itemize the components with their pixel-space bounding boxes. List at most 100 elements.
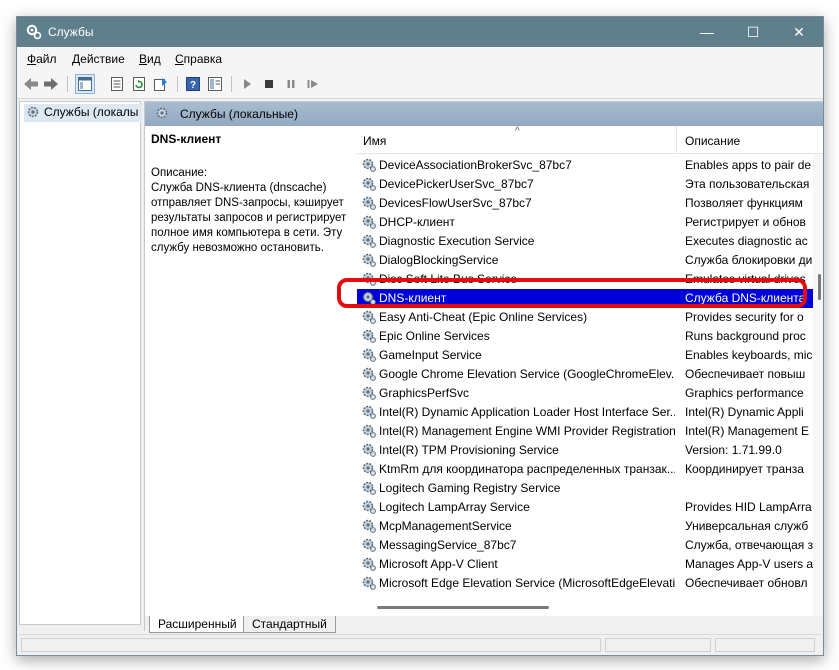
service-gear-icon — [362, 424, 376, 438]
help-icon[interactable]: ? — [183, 74, 203, 94]
service-gear-icon — [362, 386, 376, 400]
service-row[interactable]: MessagingService_87bc7 Служба, отвечающая… — [357, 536, 813, 555]
vertical-scroll-thumb[interactable] — [818, 274, 821, 300]
service-gear-icon — [362, 310, 376, 324]
horizontal-scrollbar[interactable] — [357, 598, 813, 616]
maximize-button[interactable]: ☐ — [730, 17, 776, 47]
description-text: Служба DNS-клиента (dnscache) отправляет… — [151, 182, 347, 254]
stop-service-icon[interactable] — [259, 74, 279, 94]
service-name: DevicesFlowUserSvc_87bc7 — [379, 196, 532, 210]
service-gear-icon — [362, 519, 376, 533]
help-topics-icon[interactable] — [205, 74, 225, 94]
column-header-description[interactable]: Описание — [685, 134, 740, 148]
service-row[interactable]: DNS-клиент Служба DNS-клиента — [357, 289, 813, 308]
service-gear-icon — [362, 234, 376, 248]
service-description: Provides security for o — [685, 310, 804, 324]
forward-arrow-icon[interactable] — [41, 74, 61, 94]
service-row[interactable]: DevicesFlowUserSvc_87bc7 Позволяет функци… — [357, 194, 813, 213]
back-arrow-icon[interactable] — [21, 74, 41, 94]
service-gear-icon — [362, 405, 376, 419]
service-row[interactable]: DeviceAssociationBrokerSvc_87bc7 Enables … — [357, 156, 813, 175]
tree-item-services-local[interactable]: Службы (локалы — [24, 104, 142, 122]
service-description: Provides HID LampArra — [685, 500, 812, 514]
status-bar — [19, 634, 821, 654]
service-row[interactable]: McpManagementService Универсальная служб — [357, 517, 813, 536]
horizontal-scroll-thumb[interactable] — [377, 606, 549, 609]
service-gear-icon — [362, 291, 376, 305]
service-row[interactable]: Epic Online Services Runs background proc — [357, 327, 813, 346]
services-app-icon — [26, 24, 42, 40]
service-row[interactable]: Microsoft Edge Elevation Service (Micros… — [357, 574, 813, 593]
service-row[interactable]: KtmRm для координатора распределенных тр… — [357, 460, 813, 479]
services-list[interactable]: ^ Имя Описание DeviceAssociationBrokerSv… — [357, 126, 823, 616]
service-name: Google Chrome Elevation Service (GoogleC… — [379, 367, 675, 381]
service-description: Эта пользовательская — [685, 177, 810, 191]
toolbar-separator — [67, 76, 68, 92]
menu-action[interactable]: Действие — [72, 52, 125, 66]
service-row[interactable]: Intel(R) TPM Provisioning Service Version… — [357, 441, 813, 460]
minimize-button[interactable]: — — [684, 17, 730, 47]
service-name: Intel(R) Dynamic Application Loader Host… — [379, 405, 675, 419]
title-bar[interactable]: Службы — ☐ ✕ — [17, 17, 823, 47]
properties-icon[interactable] — [107, 74, 127, 94]
vertical-scrollbar[interactable] — [813, 154, 823, 616]
service-description: Manages App-V users a — [685, 557, 814, 571]
service-row[interactable]: Intel(R) Dynamic Application Loader Host… — [357, 403, 813, 422]
service-description: Executes diagnostic ac — [685, 234, 808, 248]
list-header: ^ Имя Описание — [357, 126, 823, 154]
service-gear-icon — [362, 329, 376, 343]
menu-view-rest: ид — [147, 52, 161, 66]
column-header-name[interactable]: Имя — [363, 134, 386, 148]
service-row[interactable]: DevicePickerUserSvc_87bc7 Эта пользовател… — [357, 175, 813, 194]
toolbar: ? — [17, 69, 823, 99]
service-name: Microsoft App-V Client — [379, 557, 498, 571]
toolbar-separator — [231, 76, 232, 92]
service-row[interactable]: Logitech LampArray Service Provides HID L… — [357, 498, 813, 517]
close-button[interactable]: ✕ — [776, 17, 822, 47]
service-gear-icon — [362, 272, 376, 286]
service-description: Обеспечивает обновл — [685, 576, 808, 590]
tab-extended[interactable]: Расширенный — [149, 616, 246, 633]
service-row[interactable]: DHCP-клиент Регистрирует и обнов — [357, 213, 813, 232]
selected-service-title: DNS-клиент — [151, 132, 222, 146]
restart-service-icon[interactable] — [303, 74, 323, 94]
service-row[interactable]: GraphicsPerfSvc Graphics performance — [357, 384, 813, 403]
menu-view[interactable]: Вид — [139, 52, 161, 66]
tab-standard[interactable]: Стандартный — [243, 616, 336, 633]
service-gear-icon — [362, 443, 376, 457]
service-name: DNS-клиент — [379, 291, 447, 305]
service-row[interactable]: Disc Soft Lite Bus Service Emulates virtu… — [357, 270, 813, 289]
service-row[interactable]: Logitech Gaming Registry Service — [357, 479, 813, 498]
service-description: Enables keyboards, mic — [685, 348, 813, 362]
service-gear-icon — [362, 253, 376, 267]
service-name: GameInput Service — [379, 348, 482, 362]
service-row[interactable]: Microsoft App-V Client Manages App-V user… — [357, 555, 813, 574]
service-row[interactable]: Easy Anti-Cheat (Epic Online Services) Pr… — [357, 308, 813, 327]
service-gear-icon — [362, 158, 376, 172]
service-gear-icon — [362, 481, 376, 495]
menu-file[interactable]: Файл — [27, 52, 57, 66]
service-gear-icon — [362, 196, 376, 210]
service-row[interactable]: DialogBlockingService Служба блокировки д… — [357, 251, 813, 270]
service-gear-icon — [362, 348, 376, 362]
pause-service-icon[interactable] — [281, 74, 301, 94]
service-description: Intel(R) Dynamic Appli — [685, 405, 804, 419]
start-service-icon[interactable] — [237, 74, 257, 94]
column-divider[interactable] — [676, 126, 677, 154]
menu-help[interactable]: Справка — [175, 52, 222, 66]
pane-header-title: Службы (локальные) — [180, 107, 298, 121]
service-row[interactable]: GameInput Service Enables keyboards, mic — [357, 346, 813, 365]
service-name: DevicePickerUserSvc_87bc7 — [379, 177, 534, 191]
service-description: Emulates virtual drives — [685, 272, 806, 286]
export-list-icon[interactable] — [151, 74, 171, 94]
menu-bar: Файл Действие Вид Справка — [17, 47, 823, 69]
service-row[interactable]: Diagnostic Execution Service Executes dia… — [357, 232, 813, 251]
service-row[interactable]: Intel(R) Management Engine WMI Provider … — [357, 422, 813, 441]
sort-ascending-icon: ^ — [515, 126, 520, 137]
status-cell-2 — [605, 638, 711, 652]
service-row[interactable]: Google Chrome Elevation Service (GoogleC… — [357, 365, 813, 384]
show-hide-console-tree-icon[interactable] — [75, 74, 95, 94]
service-name: Microsoft Edge Elevation Service (Micros… — [379, 576, 675, 590]
refresh-icon[interactable] — [129, 74, 149, 94]
service-name: GraphicsPerfSvc — [379, 386, 470, 400]
